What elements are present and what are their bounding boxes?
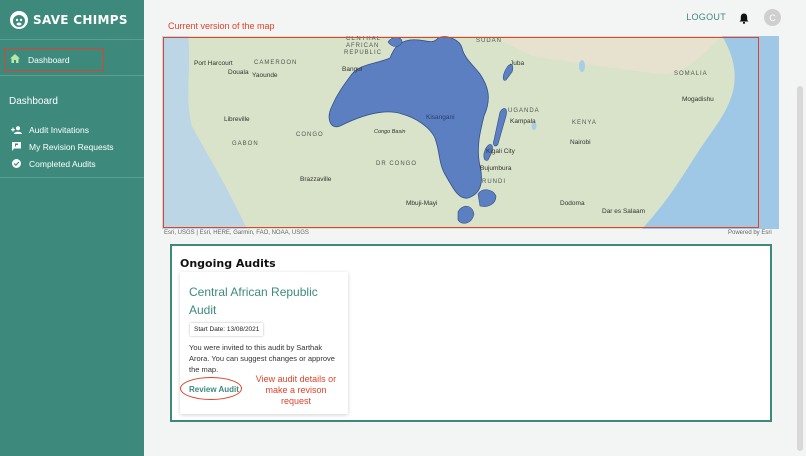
logout-button[interactable]: LOGOUT (686, 12, 726, 22)
sidebar-item-completed-audits[interactable]: Completed Audits (0, 155, 144, 172)
annotation-map-caption: Current version of the map (168, 21, 275, 31)
bell-icon[interactable] (739, 11, 749, 29)
sidebar-section-title: Dashboard (9, 96, 58, 107)
start-date-badge: Start Date: 13/08/2021 (190, 323, 264, 336)
avatar[interactable]: C (764, 9, 781, 26)
ongoing-audits-title: Ongoing Audits (180, 257, 276, 270)
sidebar-item-label: Audit Invitations (29, 124, 90, 135)
app-title: SAVE CHIMPS (33, 12, 128, 27)
annotation-review-caption: View audit details or make a revison req… (255, 374, 337, 406)
sidebar-divider (0, 177, 144, 178)
sidebar-item-label: Completed Audits (29, 158, 96, 169)
sidebar-item-my-revision-requests[interactable]: My Revision Requests (0, 138, 144, 155)
flag-message-icon (10, 142, 22, 151)
scrollbar[interactable] (797, 86, 803, 451)
map-powered-by[interactable]: Powered by Esri (728, 230, 772, 236)
audit-card-description: You were invited to this audit by Sartha… (189, 343, 335, 374)
annotation-highlight-dashboard (4, 48, 104, 71)
annotation-highlight-map (163, 37, 759, 228)
audit-card-title: Central African Republic Audit (189, 285, 318, 317)
check-circle-icon (10, 159, 22, 168)
sidebar-item-audit-invitations[interactable]: Audit Invitations (0, 121, 144, 138)
map-attribution: Esri, USGS | Esri, HERE, Garmin, FAO, NO… (164, 230, 309, 236)
brand[interactable]: SAVE CHIMPS (0, 0, 144, 40)
sidebar-item-label: My Revision Requests (29, 141, 114, 152)
chimp-logo-icon (10, 10, 28, 29)
annotation-highlight-review (180, 377, 242, 400)
person-add-icon (10, 125, 22, 134)
